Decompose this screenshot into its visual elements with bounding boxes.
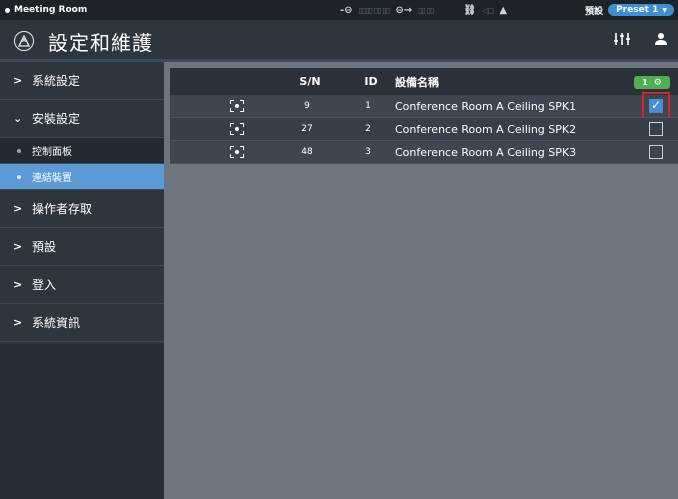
chevron-right-icon: > (13, 240, 23, 253)
sidebar-item-system-settings[interactable]: > 系統設定 (0, 62, 164, 100)
sidebar-subitem-control-panel[interactable]: 控制面板 (0, 138, 164, 164)
selected-count: 1 (642, 78, 648, 87)
input-icon: -⊖ (340, 4, 353, 16)
bullet-icon (17, 174, 21, 179)
sidebar-item-operator-access[interactable]: > 操作者存取 (0, 190, 164, 228)
preset-area: 預設 Preset 1 ▼ (585, 2, 674, 18)
gear-icon: ⚙ (653, 77, 662, 88)
chevron-right-icon: > (13, 202, 23, 215)
sidebar-item-presets[interactable]: > 預設 (0, 228, 164, 266)
mute-icon: ◁○ (482, 5, 494, 15)
identify-icon[interactable] (230, 146, 244, 158)
column-header-id[interactable]: ID (356, 75, 386, 88)
sidebar-subitem-linked-devices[interactable]: 連結裝置 (0, 164, 164, 190)
page-title: 設定和維護 (48, 31, 153, 55)
logo-icon (14, 31, 34, 51)
user-icon[interactable] (654, 32, 668, 50)
cell-id: 2 (365, 124, 371, 134)
cell-sn: 9 (304, 101, 310, 111)
warning-icon: ▲ (499, 4, 508, 16)
device-table: S/N ID 設備名稱 1 ⚙ 9 1 Conference Room A Ce… (170, 68, 678, 164)
sidebar-item-label: 登入 (32, 278, 57, 292)
preset-value: Preset 1 (616, 5, 659, 15)
bullet-icon (17, 148, 21, 153)
sidebar-item-label: 安裝設定 (32, 112, 81, 126)
sidebar-item-system-info[interactable]: > 系統資訊 (0, 304, 164, 342)
sidebar-subitem-label: 連結裝置 (32, 173, 72, 184)
device-checkbox[interactable] (649, 122, 663, 136)
title-bar: 設定和維護 (0, 20, 678, 62)
chevron-right-icon: > (13, 74, 23, 87)
sidebar-item-installation-settings[interactable]: ⌄ 安裝設定 (0, 100, 164, 138)
status-bar: Meeting Room -⊖ ▯▯▯▯ ▯▯ ▯▯ ⊖→ ▯▯ ▯▯ ⛓ ◁○… (0, 0, 678, 20)
cell-device-name: Conference Room A Ceiling SPK2 (395, 122, 577, 136)
output-level-icon: ▯▯ ▯▯ (418, 5, 434, 15)
chevron-right-icon: > (13, 316, 23, 329)
column-header-name[interactable]: 設備名稱 (395, 74, 439, 90)
device-checkbox[interactable] (649, 98, 663, 113)
cell-device-name: Conference Room A Ceiling SPK3 (395, 145, 577, 159)
input-level-icon: ▯▯▯▯ ▯▯ ▯▯ (358, 5, 391, 15)
sidebar-item-label: 系統資訊 (32, 316, 81, 330)
column-header-sn[interactable]: S/N (285, 75, 335, 88)
preset-label: 預設 (585, 6, 604, 17)
chevron-right-icon: > (13, 278, 23, 291)
sidebar-item-label: 預設 (32, 240, 57, 254)
cell-id: 3 (365, 147, 371, 157)
status-icons: -⊖ ▯▯▯▯ ▯▯ ▯▯ ⊖→ ▯▯ ▯▯ ⛓ ◁○ ▲ (340, 0, 507, 20)
cell-sn: 27 (301, 124, 313, 134)
sidebar: > 系統設定 ⌄ 安裝設定 控制面板 連結裝置 > 操作者存取 > 預設 > 登… (0, 62, 164, 499)
cell-sn: 48 (301, 147, 313, 157)
status-dot-icon (5, 7, 10, 13)
identify-icon[interactable] (230, 123, 244, 135)
sidebar-item-label: 系統設定 (32, 74, 81, 88)
chevron-down-icon: ⌄ (13, 112, 23, 125)
identify-icon[interactable] (230, 100, 244, 112)
table-header: S/N ID 設備名稱 1 ⚙ (170, 68, 678, 95)
table-row: 27 2 Conference Room A Ceiling SPK2 (170, 118, 678, 141)
sidebar-item-label: 操作者存取 (32, 202, 93, 216)
room-name: Meeting Room (14, 5, 88, 15)
output-icon: ⊖→ (395, 4, 413, 16)
preset-dropdown[interactable]: Preset 1 ▼ (608, 4, 674, 16)
cell-id: 1 (365, 101, 371, 111)
table-row: 9 1 Conference Room A Ceiling SPK1 (170, 92, 678, 120)
link-icon: ⛓ (463, 4, 477, 16)
sidebar-empty-area (0, 344, 164, 499)
cell-device-name: Conference Room A Ceiling SPK1 (395, 99, 577, 113)
room-indicator: Meeting Room (5, 0, 87, 20)
selected-count-badge[interactable]: 1 ⚙ (634, 76, 670, 89)
table-row: 48 3 Conference Room A Ceiling SPK3 (170, 141, 678, 164)
chevron-down-icon: ▼ (662, 6, 667, 14)
sidebar-item-login[interactable]: > 登入 (0, 266, 164, 304)
device-checkbox[interactable] (649, 145, 663, 159)
sidebar-subitem-label: 控制面板 (32, 147, 72, 158)
mixer-icon[interactable] (614, 32, 630, 50)
